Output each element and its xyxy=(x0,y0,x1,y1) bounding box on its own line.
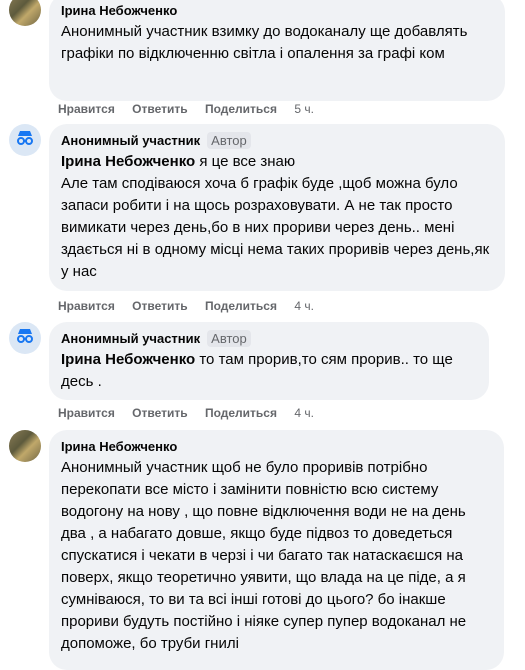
author-badge: Автор xyxy=(207,132,251,149)
avatar[interactable] xyxy=(9,0,41,26)
reply-button[interactable]: Ответить xyxy=(132,102,187,116)
comment-author[interactable]: Ірина Небожченко xyxy=(61,438,492,455)
comment-bubble: Анонимный участник Автор Ірина Небожченко… xyxy=(49,322,489,400)
comment-text: Ірина Небожченко я це все знаю Але там с… xyxy=(61,151,493,283)
share-button[interactable]: Поделиться xyxy=(205,406,277,420)
timestamp[interactable]: 4 ч. xyxy=(294,299,314,313)
reply-button[interactable]: Ответить xyxy=(132,299,187,313)
like-button[interactable]: Нравится xyxy=(58,406,115,420)
comment-actions: Нравится Ответить Поделиться 4 ч. xyxy=(58,299,328,313)
anonymous-icon xyxy=(14,127,36,154)
comment-body: я це все знаю Але там сподіваюся хоча б … xyxy=(61,153,490,280)
comment-actions: Нравится Ответить Поделиться 4 ч. xyxy=(58,406,328,420)
comment-author-row: Анонимный участник Автор xyxy=(61,132,493,149)
comment-author[interactable]: Анонимный участник xyxy=(61,133,200,148)
avatar[interactable] xyxy=(9,430,41,462)
anonymous-icon xyxy=(14,325,36,352)
share-button[interactable]: Поделиться xyxy=(205,299,277,313)
comment-author-row: Анонимный участник Автор xyxy=(61,330,477,347)
like-button[interactable]: Нравится xyxy=(58,102,115,116)
mention-link[interactable]: Ірина Небожченко xyxy=(61,153,195,170)
comment-actions: Нравится Ответить Поделиться 5 ч. xyxy=(58,102,328,116)
comment-text: Ірина Небожченко то там прорив,то сям пр… xyxy=(61,349,477,393)
share-button[interactable]: Поделиться xyxy=(205,102,277,116)
timestamp[interactable]: 4 ч. xyxy=(294,406,314,420)
comment-text: Анонимный участник взимку до водоканалу … xyxy=(61,23,468,62)
like-button[interactable]: Нравится xyxy=(58,299,115,313)
avatar[interactable] xyxy=(9,322,41,354)
comment-text: Анонимный участник щоб не було проривів … xyxy=(61,459,467,652)
reply-button[interactable]: Ответить xyxy=(132,406,187,420)
avatar[interactable] xyxy=(9,124,41,156)
comment-bubble: Ірина Небожченко Анонимный участник взим… xyxy=(49,0,505,101)
comment-bubble: Анонимный участник Автор Ірина Небожченко… xyxy=(49,124,505,291)
comment-author[interactable]: Анонимный участник xyxy=(61,331,200,346)
comment-author[interactable]: Ірина Небожченко xyxy=(61,2,493,19)
comment-bubble: Ірина Небожченко Анонимный участник щоб … xyxy=(49,430,504,670)
timestamp[interactable]: 5 ч. xyxy=(294,102,314,116)
mention-link[interactable]: Ірина Небожченко xyxy=(61,351,195,368)
author-badge: Автор xyxy=(207,330,251,347)
